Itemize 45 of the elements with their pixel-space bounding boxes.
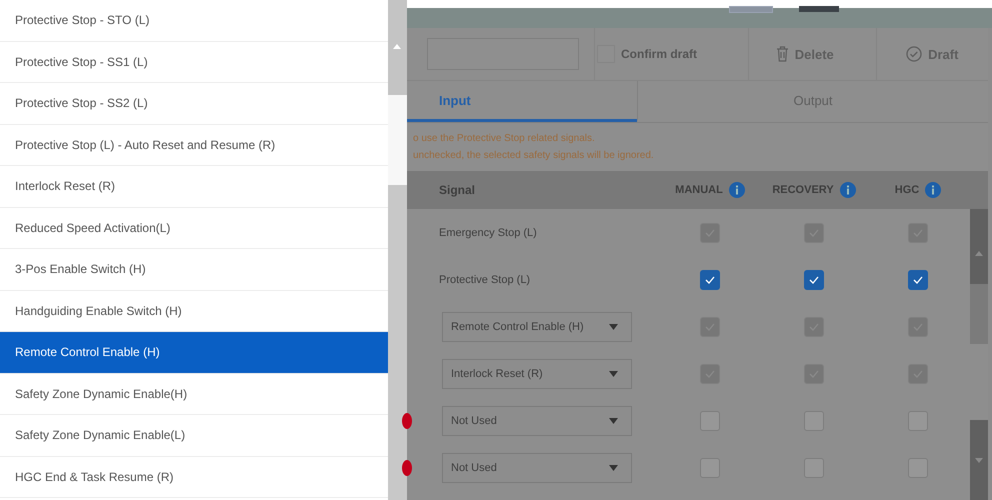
info-icon[interactable] (728, 182, 745, 198)
dropdown-option[interactable]: Interlock Reset (R) (0, 166, 388, 208)
dropdown-option[interactable]: Protective Stop - SS1 (L) (0, 42, 388, 83)
dropdown-option[interactable]: 3-Pos Enable Switch (H) (0, 249, 388, 290)
check-circle-icon (906, 46, 922, 62)
dropdown-option[interactable]: HGC End & Task Resume (R) (0, 456, 388, 498)
check-icon (809, 276, 819, 284)
scroll-up-button[interactable] (970, 209, 988, 284)
top-button[interactable] (799, 6, 839, 12)
column-header: MANUAL (675, 184, 723, 196)
column-header: HGC (894, 184, 920, 196)
check-icon (913, 276, 923, 284)
dropdown-option[interactable]: Protective Stop - SS2 (L) (0, 83, 388, 124)
scrollbar-thumb[interactable] (970, 284, 988, 344)
caret-icon (609, 370, 618, 376)
checkbox[interactable] (908, 270, 928, 290)
caret-icon (609, 464, 618, 470)
scroll-up-button[interactable] (388, 0, 407, 95)
up-arrow-icon (975, 251, 983, 256)
checkbox[interactable] (804, 270, 824, 290)
scroll-down-button[interactable] (970, 420, 988, 500)
up-arrow-icon (393, 44, 402, 49)
check-icon (705, 276, 715, 284)
caret-icon (609, 418, 618, 424)
column-header: RECOVERY (772, 184, 834, 196)
checkbox[interactable] (700, 270, 720, 290)
dropdown-option[interactable]: Safety Zone Dynamic Enable(H) (0, 374, 388, 415)
table-cell: Protective Stop (L) (439, 274, 530, 286)
table-cell: Emergency Stop (L) (439, 226, 537, 238)
scrollbar-thumb[interactable] (388, 185, 407, 500)
info-icon[interactable] (925, 182, 942, 198)
dropdown-option[interactable]: Protective Stop (L) - Auto Reset and Resume (R) (0, 124, 388, 166)
dropdown-option[interactable]: Remote Control Enable (H) (0, 332, 388, 374)
down-arrow-icon (975, 458, 983, 462)
top-button[interactable] (729, 6, 773, 13)
trash-icon (776, 46, 789, 62)
dropdown-option[interactable]: Safety Zone Dynamic Enable(L) (0, 415, 388, 456)
dropdown-option[interactable]: Reduced Speed Activation(L) (0, 208, 388, 249)
caret-icon (609, 324, 618, 330)
warning-text: unchecked, the selected safety signals will be ignored. (413, 149, 655, 163)
column-header: Signal (438, 183, 476, 197)
info-icon[interactable] (840, 182, 856, 198)
checkbox-label: Confirm draft (621, 47, 697, 61)
dropdown-option[interactable]: Protective Stop - STO (L) (0, 0, 388, 42)
warning-text: o use the Protective Stop related signals. (413, 132, 596, 146)
